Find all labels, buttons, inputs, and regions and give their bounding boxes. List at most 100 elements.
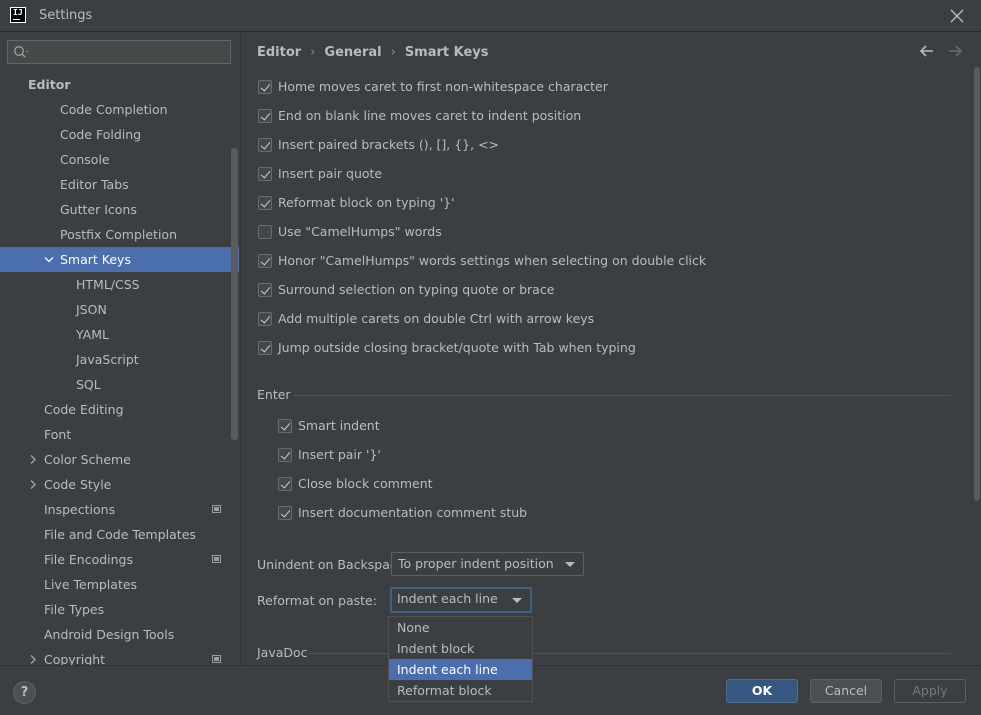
sidebar-item-label: Postfix Completion: [60, 227, 177, 242]
option-label: Home moves caret to first non-whitespace…: [278, 79, 608, 94]
checkbox[interactable]: [258, 254, 272, 268]
breadcrumb-separator: ›: [390, 45, 396, 60]
option-label: Insert pair '}': [298, 447, 381, 462]
checkbox[interactable]: [258, 225, 272, 239]
ok-button[interactable]: OK: [726, 679, 798, 703]
dropdown-option-indent-each-line[interactable]: Indent each line: [389, 659, 532, 680]
sidebar-item-console[interactable]: Console: [0, 147, 239, 172]
checkbox[interactable]: [278, 419, 292, 433]
sidebar-item-label: File Types: [44, 602, 105, 617]
sidebar-item-file-encodings[interactable]: File Encodings: [0, 547, 239, 572]
sidebar-item-label: Color Scheme: [44, 452, 131, 467]
enter-section-title: Enter: [257, 387, 291, 402]
option-label: End on blank line moves caret to indent …: [278, 108, 582, 123]
reformat-value: Indent each line: [397, 591, 498, 606]
sidebar-scrollbar[interactable]: [231, 148, 238, 440]
checkbox[interactable]: [258, 80, 272, 94]
reformat-select[interactable]: Indent each line: [390, 587, 532, 613]
sidebar-item-editor-tabs[interactable]: Editor Tabs: [0, 172, 239, 197]
breadcrumb-editor[interactable]: Editor: [257, 45, 301, 60]
sidebar-item-file-and-code-templates[interactable]: File and Code Templates: [0, 522, 239, 547]
unindent-label: Unindent on Backspace:: [257, 557, 409, 572]
search-input[interactable]: [7, 40, 231, 64]
sidebar-item-inspections[interactable]: Inspections: [0, 497, 239, 522]
project-level-icon: [212, 505, 221, 513]
chevron-down-icon: [565, 562, 575, 567]
sidebar-item-label: Editor Tabs: [60, 177, 129, 192]
sidebar-item-json[interactable]: JSON: [0, 297, 239, 322]
sidebar-item-code-style[interactable]: Code Style: [0, 472, 239, 497]
sidebar-item-javascript[interactable]: JavaScript: [0, 347, 239, 372]
sidebar-item-yaml[interactable]: YAML: [0, 322, 239, 347]
sidebar-item-label: Console: [60, 152, 110, 167]
option-label: Smart indent: [298, 418, 380, 433]
sidebar-item-smart-keys[interactable]: Smart Keys: [0, 247, 239, 272]
sidebar-item-code-editing[interactable]: Code Editing: [0, 397, 239, 422]
sidebar-item-gutter-icons[interactable]: Gutter Icons: [0, 197, 239, 222]
dropdown-option-none[interactable]: None: [389, 617, 532, 638]
option-label: Reformat block on typing '}': [278, 195, 455, 210]
javadoc-section-title: JavaDoc: [257, 645, 308, 660]
option-label: Insert pair quote: [278, 166, 383, 181]
checkbox[interactable]: [278, 448, 292, 462]
sidebar-item-android-design-tools[interactable]: Android Design Tools: [0, 622, 239, 647]
sidebar-item-color-scheme[interactable]: Color Scheme: [0, 447, 239, 472]
sidebar-item-html-css[interactable]: HTML/CSS: [0, 272, 239, 297]
back-arrow-icon[interactable]: [919, 43, 935, 62]
project-level-icon: [212, 655, 221, 663]
option-label: Jump outside closing bracket/quote with …: [278, 340, 636, 355]
intellij-logo-icon: IJ: [10, 7, 26, 23]
sidebar-item-label: Gutter Icons: [60, 202, 137, 217]
sidebar-item-label: Android Design Tools: [44, 627, 175, 642]
unindent-select[interactable]: To proper indent position: [391, 552, 584, 576]
sidebar-item-label: SQL: [76, 377, 101, 392]
checkbox[interactable]: [258, 167, 272, 181]
sidebar-item-label: Copyright: [44, 652, 106, 665]
content-scrollbar[interactable]: [974, 67, 980, 501]
breadcrumb-separator: ›: [310, 45, 316, 60]
sidebar-item-code-folding[interactable]: Code Folding: [0, 122, 239, 147]
dropdown-option-indent-block[interactable]: Indent block: [389, 638, 532, 659]
checkbox[interactable]: [278, 506, 292, 520]
sidebar-item-label: JSON: [76, 302, 107, 317]
close-icon[interactable]: [947, 6, 967, 26]
sidebar-item-sql[interactable]: SQL: [0, 372, 239, 397]
sidebar-item-font[interactable]: Font: [0, 422, 239, 447]
search-icon: [13, 45, 31, 62]
option-label: Use "CamelHumps" words: [278, 224, 442, 239]
apply-button[interactable]: Apply: [894, 679, 966, 703]
checkbox[interactable]: [278, 477, 292, 491]
sidebar-item-live-templates[interactable]: Live Templates: [0, 572, 239, 597]
sidebar-item-editor[interactable]: Editor: [0, 72, 239, 97]
checkbox[interactable]: [258, 138, 272, 152]
reformat-label: Reformat on paste:: [257, 593, 377, 608]
sidebar-item-file-types[interactable]: File Types: [0, 597, 239, 622]
option-label: Insert paired brackets (), [], {}, <>: [278, 137, 500, 152]
chevron-right-icon[interactable]: [28, 647, 38, 665]
forward-arrow-icon[interactable]: [947, 43, 963, 62]
option-label: Insert documentation comment stub: [298, 505, 528, 520]
checkbox[interactable]: [258, 283, 272, 297]
sidebar-item-copyright[interactable]: Copyright: [0, 647, 239, 665]
project-level-icon: [212, 555, 221, 563]
dropdown-option-reformat-block[interactable]: Reformat block: [389, 680, 532, 701]
cancel-button[interactable]: Cancel: [810, 679, 882, 703]
sidebar-item-label: Font: [44, 427, 72, 442]
option-label: Add multiple carets on double Ctrl with …: [278, 311, 595, 326]
checkbox[interactable]: [258, 341, 272, 355]
checkbox[interactable]: [258, 109, 272, 123]
sidebar-item-label: File and Code Templates: [44, 527, 196, 542]
option-label: Honor "CamelHumps" words settings when s…: [278, 253, 707, 268]
sidebar-item-label: HTML/CSS: [76, 277, 140, 292]
breadcrumb-general[interactable]: General: [324, 45, 381, 60]
sidebar-item-postfix-completion[interactable]: Postfix Completion: [0, 222, 239, 247]
help-button[interactable]: ?: [13, 681, 36, 704]
sidebar-item-label: Code Folding: [60, 127, 142, 142]
breadcrumb: Editor › General › Smart Keys: [257, 45, 489, 60]
unindent-value: To proper indent position: [398, 556, 554, 571]
checkbox[interactable]: [258, 196, 272, 210]
settings-content: Editor › General › Smart Keys Home moves car…: [240, 33, 981, 665]
sidebar-item-label: Live Templates: [44, 577, 138, 592]
sidebar-item-code-completion[interactable]: Code Completion: [0, 97, 239, 122]
checkbox[interactable]: [258, 312, 272, 326]
